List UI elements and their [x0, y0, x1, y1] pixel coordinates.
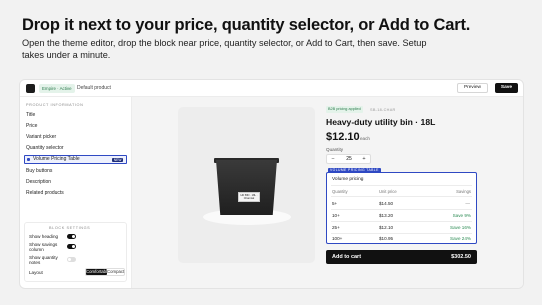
bin-label-sticker: HD BIN · 18L · Charcoal [238, 192, 260, 202]
setting-show-savings-label: Show savings column [29, 242, 58, 252]
setting-show-heading-label: Show heading [29, 234, 59, 239]
store-logo-icon [26, 84, 35, 93]
column-header-savings: Savings [456, 189, 471, 194]
sidebar-item-quantity-selector[interactable]: Quantity selector [26, 144, 128, 152]
block-icon [27, 158, 30, 161]
quantity-plus-button[interactable]: + [359, 155, 369, 163]
table-divider [331, 196, 472, 197]
row-savings: — [465, 201, 470, 206]
product-info-panel: B2B pricing applied SB-18-CHAR Heavy-dut… [326, 97, 482, 288]
row-qty: 25+ [332, 225, 340, 230]
sidebar-item-variant-picker[interactable]: Variant picker [26, 133, 128, 141]
new-badge: NEW [112, 157, 123, 162]
theme-status-badge: Empire · Active [39, 84, 75, 93]
subheadline: Open the theme editor, drop the block ne… [22, 38, 427, 60]
quantity-stepper[interactable]: − 25 + [326, 154, 371, 164]
sidebar-item-description[interactable]: Description [26, 178, 128, 186]
cart-total: $302.50 [451, 254, 471, 260]
sidebar-item-related-products[interactable]: Related products [26, 189, 128, 197]
sidebar-item-volume-pricing-table[interactable]: Volume Pricing Table NEW [24, 155, 127, 164]
product-title: Heavy-duty utility bin · 18L [326, 117, 436, 127]
save-button[interactable]: Save [495, 83, 518, 93]
row-savings: Save 24% [450, 236, 471, 241]
row-qty: 100+ [332, 236, 343, 241]
show-heading-toggle[interactable] [67, 234, 76, 239]
table-divider [331, 221, 472, 222]
column-header-unit-price: Unit price [379, 189, 397, 194]
block-settings-card: BLOCK SETTINGS Show heading Show savings… [24, 222, 127, 282]
layout-option-comfortable[interactable]: Comfortable [86, 269, 109, 275]
row-price: $14.50 [379, 201, 394, 206]
column-header-quantity: Quantity [332, 189, 348, 194]
preview-button[interactable]: Preview [456, 83, 488, 93]
sidebar-item-label: Volume Pricing Table [33, 156, 80, 162]
product-info-section-title: PRODUCT INFORMATION [26, 103, 84, 107]
quantity-minus-button[interactable]: − [328, 155, 338, 163]
volume-pricing-table-tag: VOLUME PRICING TABLE [328, 168, 381, 173]
storefront-preview: HD BIN · 18L · Charcoal B2B pricing appl… [132, 97, 523, 288]
setting-show-notes-label: Show quantity notes [29, 255, 58, 265]
sidebar-item-buy-buttons[interactable]: Buy buttons [26, 167, 128, 175]
add-to-cart-label: Add to cart [332, 254, 362, 260]
row-savings: Save 16% [450, 225, 471, 230]
layout-option-compact[interactable]: Compact [107, 269, 124, 275]
row-price: $13.20 [379, 213, 394, 218]
table-divider [331, 185, 472, 186]
table-divider [331, 209, 472, 210]
pricing-applied-badge: B2B pricing applied [326, 106, 363, 113]
headline: Drop it next to your price, quantity sel… [22, 16, 471, 34]
block-settings-title: BLOCK SETTINGS [49, 226, 91, 230]
show-notes-toggle[interactable] [67, 257, 76, 262]
sidebar-item-price[interactable]: Price [26, 122, 128, 130]
price-unit: each [360, 136, 370, 141]
show-savings-toggle[interactable] [67, 244, 76, 249]
layout-label: Layout [29, 270, 43, 275]
product-price: $12.10 [326, 131, 360, 143]
row-qty: 10+ [332, 213, 340, 218]
volume-pricing-table[interactable]: VOLUME PRICING TABLE Volume pricing Quan… [326, 168, 477, 244]
product-selector[interactable]: Default product [77, 85, 111, 91]
row-savings: Save 9% [452, 213, 471, 218]
quantity-label: Quantity [326, 147, 344, 152]
layout-segmented-control[interactable]: Comfortable Compact [85, 268, 125, 276]
row-qty: 5+ [332, 201, 338, 206]
row-price: $12.10 [379, 225, 394, 230]
product-image: HD BIN · 18L · Charcoal [178, 107, 315, 263]
volume-pricing-title: Volume pricing [332, 177, 364, 182]
row-price: $10.95 [379, 236, 394, 241]
sidebar-item-title[interactable]: Title [26, 111, 128, 119]
editor-sidebar: PRODUCT INFORMATION Title Price Variant … [20, 97, 132, 288]
quantity-value[interactable]: 25 [339, 155, 359, 163]
add-to-cart-button[interactable]: Add to cart $302.50 [326, 250, 477, 264]
product-sku: SB-18-CHAR [370, 107, 396, 112]
editor-topbar: Empire · Active Default product Preview … [20, 80, 523, 97]
theme-editor-window: Empire · Active Default product Preview … [19, 79, 524, 289]
table-divider [331, 233, 472, 234]
utility-bin-image [216, 160, 277, 215]
